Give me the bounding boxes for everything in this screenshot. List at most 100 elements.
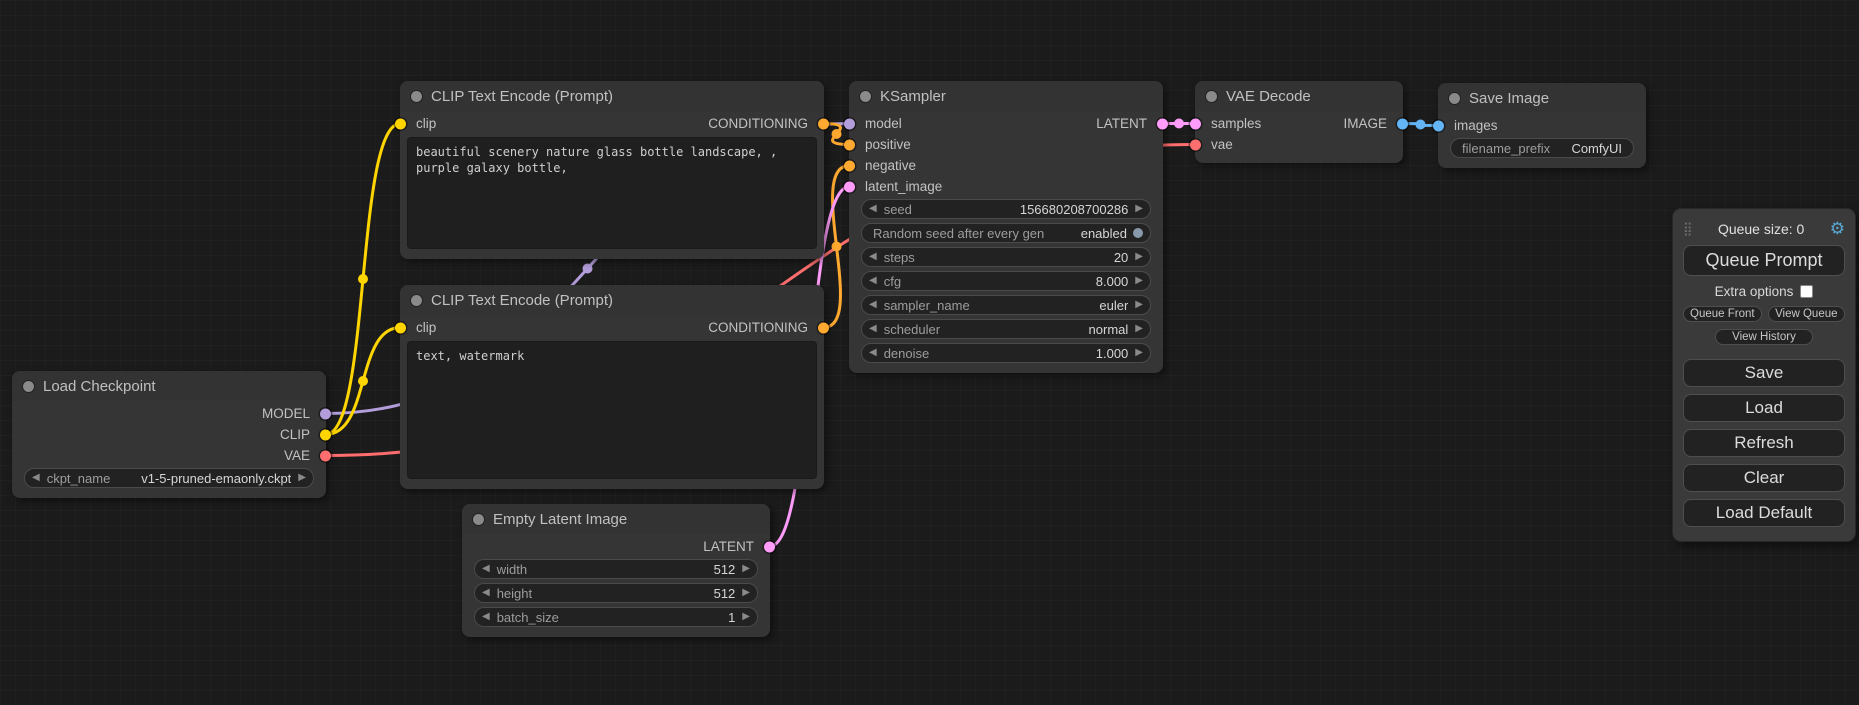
- widget-sampler-name[interactable]: sampler_name euler: [861, 295, 1151, 315]
- output-port-image[interactable]: [1397, 118, 1408, 129]
- input-port-model[interactable]: [844, 118, 855, 129]
- widget-value: 20: [915, 250, 1129, 265]
- output-port-latent[interactable]: [1157, 118, 1168, 129]
- queue-front-button[interactable]: Queue Front: [1683, 306, 1762, 322]
- widget-seed[interactable]: seed 156680208700286: [861, 199, 1151, 219]
- widget-steps[interactable]: steps 20: [861, 247, 1151, 267]
- increment-arrow-icon[interactable]: [1135, 324, 1143, 334]
- node-title-bar[interactable]: Load Checkpoint: [12, 371, 326, 401]
- decrement-arrow-icon[interactable]: [32, 473, 40, 483]
- extra-options-checkbox[interactable]: [1800, 285, 1813, 298]
- increment-arrow-icon[interactable]: [1135, 300, 1143, 310]
- load-button[interactable]: Load: [1683, 394, 1845, 422]
- comfyui-canvas[interactable]: { "colors": { "model": "#B39DDB", "clip"…: [0, 0, 1859, 705]
- collapse-dot-icon[interactable]: [411, 91, 422, 102]
- collapse-dot-icon[interactable]: [411, 295, 422, 306]
- decrement-arrow-icon[interactable]: [482, 564, 490, 574]
- node-title-bar[interactable]: KSampler: [849, 81, 1163, 111]
- node-title-bar[interactable]: Save Image: [1438, 83, 1646, 113]
- view-history-button[interactable]: View History: [1715, 329, 1812, 345]
- output-port-conditioning[interactable]: [818, 118, 829, 129]
- output-port-vae[interactable]: [320, 450, 331, 461]
- save-button[interactable]: Save: [1683, 359, 1845, 387]
- clear-button[interactable]: Clear: [1683, 464, 1845, 492]
- widget-cfg[interactable]: cfg 8.000: [861, 271, 1151, 291]
- increment-arrow-icon[interactable]: [742, 588, 750, 598]
- input-label-samples: samples: [1211, 116, 1261, 131]
- node-title-label: KSampler: [880, 88, 946, 105]
- slot-row: positive: [849, 134, 1163, 155]
- node-title-bar[interactable]: VAE Decode: [1195, 81, 1403, 111]
- decrement-arrow-icon[interactable]: [869, 324, 877, 334]
- node-vae-decode[interactable]: VAE Decode samples IMAGE vae: [1195, 81, 1403, 163]
- drag-handle-icon[interactable]: [1683, 220, 1693, 238]
- positive-prompt-textarea[interactable]: beautiful scenery nature glass bottle la…: [407, 137, 817, 249]
- increment-arrow-icon[interactable]: [1135, 348, 1143, 358]
- widget-denoise[interactable]: denoise 1.000: [861, 343, 1151, 363]
- decrement-arrow-icon[interactable]: [869, 276, 877, 286]
- collapse-dot-icon[interactable]: [23, 381, 34, 392]
- decrement-arrow-icon[interactable]: [869, 348, 877, 358]
- node-title-bar[interactable]: CLIP Text Encode (Prompt): [400, 285, 824, 315]
- widget-value: euler: [970, 298, 1129, 313]
- decrement-arrow-icon[interactable]: [482, 612, 490, 622]
- node-load-checkpoint[interactable]: Load Checkpoint MODEL CLIP VAE ckpt_name…: [12, 371, 326, 498]
- input-port-latent-image[interactable]: [844, 181, 855, 192]
- node-save-image[interactable]: Save Image images filename_prefix ComfyU…: [1438, 83, 1646, 168]
- output-port-clip[interactable]: [320, 429, 331, 440]
- output-port-latent[interactable]: [764, 541, 775, 552]
- input-port-samples[interactable]: [1190, 118, 1201, 129]
- node-clip-text-encode-positive[interactable]: CLIP Text Encode (Prompt) clip CONDITION…: [400, 81, 824, 259]
- widget-value: normal: [940, 322, 1128, 337]
- increment-arrow-icon[interactable]: [298, 473, 306, 483]
- collapse-dot-icon[interactable]: [1206, 91, 1217, 102]
- widget-batch-size[interactable]: batch_size 1: [474, 607, 758, 627]
- node-clip-text-encode-negative[interactable]: CLIP Text Encode (Prompt) clip CONDITION…: [400, 285, 824, 489]
- widget-scheduler[interactable]: scheduler normal: [861, 319, 1151, 339]
- collapse-dot-icon[interactable]: [860, 91, 871, 102]
- output-port-conditioning[interactable]: [818, 322, 829, 333]
- node-title-bar[interactable]: Empty Latent Image: [462, 504, 770, 534]
- widget-ckpt-name[interactable]: ckpt_name v1-5-pruned-emaonly.ckpt: [24, 468, 314, 488]
- input-label-clip: clip: [416, 116, 436, 131]
- node-empty-latent-image[interactable]: Empty Latent Image LATENT width 512 heig…: [462, 504, 770, 637]
- load-default-button[interactable]: Load Default: [1683, 499, 1845, 527]
- increment-arrow-icon[interactable]: [1135, 252, 1143, 262]
- refresh-button[interactable]: Refresh: [1683, 429, 1845, 457]
- increment-arrow-icon[interactable]: [1135, 204, 1143, 214]
- collapse-dot-icon[interactable]: [1449, 93, 1460, 104]
- decrement-arrow-icon[interactable]: [869, 300, 877, 310]
- input-port-vae[interactable]: [1190, 139, 1201, 150]
- widget-width[interactable]: width 512: [474, 559, 758, 579]
- widget-filename-prefix[interactable]: filename_prefix ComfyUI: [1450, 138, 1634, 158]
- node-title-bar[interactable]: CLIP Text Encode (Prompt): [400, 81, 824, 111]
- input-label-images: images: [1454, 118, 1498, 133]
- decrement-arrow-icon[interactable]: [482, 588, 490, 598]
- widget-height[interactable]: height 512: [474, 583, 758, 603]
- input-port-positive[interactable]: [844, 139, 855, 150]
- increment-arrow-icon[interactable]: [742, 564, 750, 574]
- settings-gear-icon[interactable]: [1830, 219, 1845, 239]
- node-ksampler[interactable]: KSampler model LATENT positive negative …: [849, 81, 1163, 373]
- queue-prompt-button[interactable]: Queue Prompt: [1683, 245, 1845, 276]
- collapse-dot-icon[interactable]: [473, 514, 484, 525]
- input-label-positive: positive: [865, 137, 911, 152]
- output-port-model[interactable]: [320, 408, 331, 419]
- decrement-arrow-icon[interactable]: [869, 252, 877, 262]
- queue-menu-panel: Queue size: 0 Queue Prompt Extra options…: [1672, 208, 1856, 542]
- widget-random-seed-toggle[interactable]: Random seed after every gen enabled: [861, 223, 1151, 243]
- widget-label: ckpt_name: [47, 471, 111, 486]
- negative-prompt-textarea[interactable]: text, watermark: [407, 341, 817, 479]
- toggle-indicator-icon[interactable]: [1133, 228, 1143, 238]
- input-port-clip[interactable]: [395, 118, 406, 129]
- output-label-image: IMAGE: [1343, 116, 1387, 131]
- input-port-clip[interactable]: [395, 322, 406, 333]
- increment-arrow-icon[interactable]: [742, 612, 750, 622]
- input-port-negative[interactable]: [844, 160, 855, 171]
- input-label-negative: negative: [865, 158, 916, 173]
- view-queue-button[interactable]: View Queue: [1768, 306, 1845, 322]
- input-port-images[interactable]: [1433, 120, 1444, 131]
- widget-value: ComfyUI: [1550, 141, 1622, 156]
- increment-arrow-icon[interactable]: [1135, 276, 1143, 286]
- decrement-arrow-icon[interactable]: [869, 204, 877, 214]
